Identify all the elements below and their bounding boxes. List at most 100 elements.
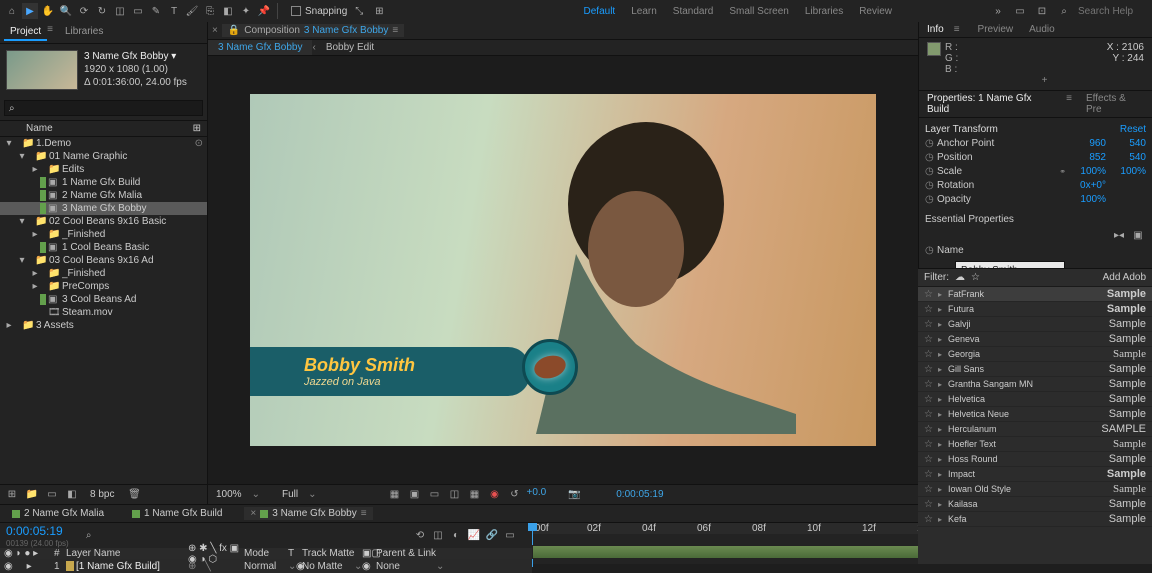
timeline-tab[interactable]: 2 Name Gfx Malia — [6, 507, 110, 520]
channel-icon[interactable]: ◫ — [446, 487, 462, 503]
filter-star-icon[interactable]: ☆ — [971, 272, 980, 283]
props-menu-icon[interactable]: ≡ — [1064, 91, 1074, 117]
reset-exp-icon[interactable]: ↺ — [506, 487, 522, 503]
interpret-icon[interactable]: ⊞ — [4, 487, 20, 503]
star-icon[interactable]: ☆ — [924, 289, 938, 300]
tab-project[interactable]: Project — [4, 24, 47, 41]
search-icon[interactable]: ⌕ — [1056, 3, 1072, 19]
info-menu-icon[interactable]: ≡ — [952, 22, 962, 37]
tree-item[interactable]: ▾📁02 Cool Beans 9x16 Basic — [0, 215, 207, 228]
workspace-libraries[interactable]: Libraries — [805, 6, 843, 17]
gear-icon[interactable]: ⊡ — [1034, 3, 1050, 19]
font-option[interactable]: ☆▸Grantha Sangam MNSample — [918, 377, 1152, 392]
font-option[interactable]: ☆▸Iowan Old StyleSample — [918, 482, 1152, 497]
font-option[interactable]: ☆▸ImpactSample — [918, 467, 1152, 482]
layer-row[interactable]: ◉ ▸ 1 [1 Name Gfx Build] ⊕ ╲ Normal⌄ ◉ N… — [0, 559, 532, 573]
home-icon[interactable]: ⌂ — [4, 3, 20, 19]
ess-icon1[interactable]: ▸◂ — [1111, 227, 1127, 243]
stopwatch-icon[interactable]: ◷ — [925, 180, 937, 191]
comp-icon[interactable]: ▭ — [44, 487, 60, 503]
tl-render-icon[interactable]: ▭ — [502, 528, 518, 544]
folder-icon[interactable]: 📁 — [24, 487, 40, 503]
tree-item[interactable]: ▸📁PreComps — [0, 280, 207, 293]
star-icon[interactable]: ☆ — [924, 334, 938, 345]
zoom-tool-icon[interactable]: 🔍 — [58, 3, 74, 19]
name-column-header[interactable]: Name — [26, 123, 53, 134]
exposure-value[interactable]: +0.0 — [526, 487, 546, 503]
star-icon[interactable]: ☆ — [924, 394, 938, 405]
star-icon[interactable]: ☆ — [924, 514, 938, 525]
tree-item[interactable]: ▸📁_Finished — [0, 267, 207, 280]
search-input[interactable] — [1078, 6, 1148, 17]
layer-parent[interactable]: None — [376, 561, 436, 572]
star-icon[interactable]: ☆ — [924, 349, 938, 360]
transparency-icon[interactable]: ▦ — [466, 487, 482, 503]
star-icon[interactable]: ☆ — [924, 439, 938, 450]
col-parent[interactable]: Parent & Link — [376, 548, 446, 559]
hand-tool-icon[interactable]: ✋ — [40, 3, 56, 19]
grid-icon[interactable]: ▦ — [386, 487, 402, 503]
stopwatch-icon[interactable]: ◷ — [925, 152, 937, 163]
tab-effects[interactable]: Effects & Pre — [1078, 91, 1152, 117]
reset-button[interactable]: Reset — [1120, 124, 1146, 135]
font-option[interactable]: ☆▸Gill SansSample — [918, 362, 1152, 377]
workspace-standard[interactable]: Standard — [673, 6, 714, 17]
stopwatch-icon[interactable]: ◷ — [925, 194, 937, 205]
font-option[interactable]: ☆▸FuturaSample — [918, 302, 1152, 317]
breadcrumb-0[interactable]: 3 Name Gfx Bobby — [208, 40, 312, 55]
star-icon[interactable]: ☆ — [924, 424, 938, 435]
stamp-tool-icon[interactable]: ⎘ — [202, 3, 218, 19]
star-icon[interactable]: ☆ — [924, 469, 938, 480]
adjust-icon[interactable]: ◧ — [64, 487, 80, 503]
zoom-dropdown[interactable]: 100% — [216, 489, 242, 500]
star-icon[interactable]: ☆ — [924, 499, 938, 510]
trash-icon[interactable]: 🗑 — [126, 487, 142, 503]
comp-thumbnail[interactable] — [6, 50, 78, 90]
ess-icon2[interactable]: ▣ — [1130, 227, 1146, 243]
bpc-label[interactable]: 8 bpc — [90, 489, 114, 500]
camera-tool-icon[interactable]: ◫ — [112, 3, 128, 19]
rotobrush-tool-icon[interactable]: ✦ — [238, 3, 254, 19]
font-option[interactable]: ☆▸GeorgiaSample — [918, 347, 1152, 362]
col-matte[interactable]: Track Matte — [302, 548, 362, 559]
timeline-tab[interactable]: ×3 Name Gfx Bobby≡ — [244, 507, 372, 520]
font-option[interactable]: ☆▸Helvetica NeueSample — [918, 407, 1152, 422]
brush-tool-icon[interactable]: 🖌 — [184, 3, 200, 19]
orbit-tool-icon[interactable]: ⟳ — [76, 3, 92, 19]
stopwatch-icon[interactable]: ◷ — [925, 138, 937, 149]
close-tab-icon[interactable]: × — [212, 25, 218, 36]
tree-item[interactable]: ▾📁03 Cool Beans 9x16 Ad — [0, 254, 207, 267]
col-mode[interactable]: Mode — [244, 548, 288, 559]
chevron-down-icon[interactable]: ⌄ — [308, 489, 316, 500]
viewer[interactable]: Bobby Smith Jazzed on Java — [208, 56, 918, 484]
font-option[interactable]: ☆▸KailasaSample — [918, 497, 1152, 512]
font-option[interactable]: ☆▸Hoss RoundSample — [918, 452, 1152, 467]
tree-item[interactable]: ▣1 Name Gfx Build — [0, 176, 207, 189]
filter-cloud-icon[interactable]: ☁ — [955, 272, 965, 283]
project-menu-icon[interactable]: ≡ — [47, 24, 53, 41]
tree-opts-icon[interactable]: ⊞ — [193, 123, 201, 134]
more-icon[interactable]: » — [990, 3, 1006, 19]
layer-name[interactable]: [1 Name Gfx Build] — [76, 561, 184, 572]
tab-properties[interactable]: Properties: 1 Name Gfx Build — [919, 91, 1064, 117]
panel-icon[interactable]: ▭ — [1012, 3, 1028, 19]
font-option[interactable]: ☆▸FatFrankSample — [918, 287, 1152, 302]
chevron-down-icon[interactable]: ⌄ — [252, 489, 260, 500]
tl-link-icon[interactable]: 🔗 — [484, 528, 500, 544]
add-fonts-link[interactable]: Add Adob — [1103, 272, 1146, 283]
tl-shy-icon[interactable]: ⟲ — [412, 528, 428, 544]
region-icon[interactable]: ▭ — [426, 487, 442, 503]
col-layer-name[interactable]: Layer Name — [66, 548, 184, 559]
tree-item[interactable]: ▸📁Edits — [0, 163, 207, 176]
tab-info[interactable]: Info — [919, 22, 952, 37]
snap-opt2-icon[interactable]: ⊞ — [371, 3, 387, 19]
tab-menu-icon[interactable]: ≡ — [392, 25, 398, 36]
tree-item[interactable]: ▣1 Cool Beans Basic — [0, 241, 207, 254]
snapshot-icon[interactable]: 📷 — [566, 487, 582, 503]
workspace-default[interactable]: Default — [584, 6, 616, 17]
font-option[interactable]: ☆▸GalvjiSample — [918, 317, 1152, 332]
color-icon[interactable]: ◉ — [486, 487, 502, 503]
rotate-tool-icon[interactable]: ↻ — [94, 3, 110, 19]
star-icon[interactable]: ☆ — [924, 484, 938, 495]
timecode[interactable]: 0:00:05:19 — [0, 523, 75, 539]
